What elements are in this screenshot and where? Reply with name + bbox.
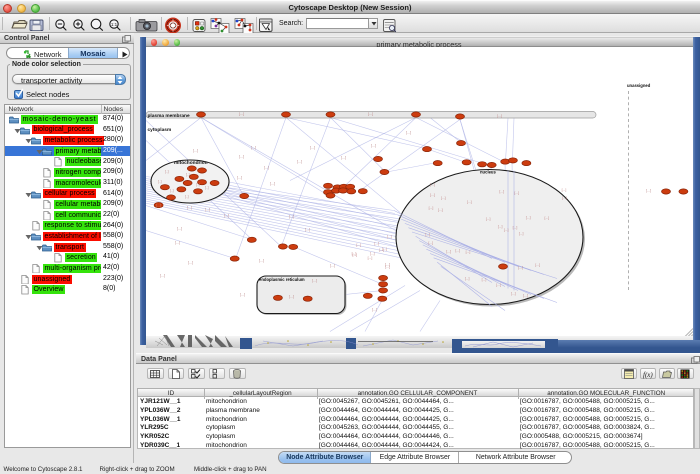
svg-text:[...]: [...] [406,130,411,134]
svg-text:[...]: [...] [379,248,384,252]
svg-text:[...]: [...] [175,240,180,244]
svg-text:[...]: [...] [193,148,198,152]
svg-text:[...]: [...] [156,203,161,207]
svg-text:cytoplasm: cytoplasm [148,127,172,133]
svg-text:[...]: [...] [526,215,531,219]
svg-text:[...]: [...] [312,278,317,282]
svg-text:[...]: [...] [356,243,361,247]
svg-text:[...]: [...] [519,231,524,235]
svg-text:[...]: [...] [368,255,373,259]
svg-text:[...]: [...] [371,143,376,147]
svg-text:unassigned: unassigned [627,83,651,88]
svg-text:plasma membrane: plasma membrane [148,112,190,118]
svg-text:[...]: [...] [518,265,523,269]
svg-text:[...]: [...] [177,226,182,230]
svg-text:[...]: [...] [259,258,264,262]
svg-text:nucleus: nucleus [480,169,496,174]
svg-text:[...]: [...] [310,145,315,149]
svg-text:mitochondrion: mitochondrion [174,160,208,166]
svg-text:[...]: [...] [486,217,491,221]
svg-text:[..]: [..] [196,182,200,186]
svg-text:[...]: [...] [289,294,294,298]
svg-text:[...]: [...] [562,196,567,200]
svg-text:[...]: [...] [446,249,451,253]
svg-text:[...]: [...] [438,208,443,212]
svg-text:[...]: [...] [224,213,229,217]
svg-text:[...]: [...] [466,249,471,253]
svg-text:[...]: [...] [430,182,435,186]
svg-text:[...]: [...] [370,251,375,255]
svg-text:[..]: [..] [170,188,174,192]
svg-text:[...]: [...] [160,273,165,277]
svg-text:f(x): f(x) [643,371,653,379]
svg-text:[...]: [...] [239,112,244,116]
svg-text:[...]: [...] [237,175,242,179]
svg-text:[...]: [...] [498,224,503,228]
svg-text:[...]: [...] [499,189,504,193]
svg-text:[..]: [..] [165,169,169,173]
svg-text:[...]: [...] [497,114,502,118]
svg-text:[...]: [...] [513,225,518,229]
svg-text:1:1: 1:1 [111,22,118,27]
svg-text:[...]: [...] [425,232,430,236]
svg-text:[...]: [...] [187,205,192,209]
svg-text:[...]: [...] [429,206,434,210]
svg-text:[...]: [...] [264,165,269,169]
svg-text:[...]: [...] [188,260,193,264]
svg-text:[...]: [...] [239,154,244,158]
svg-text:[...]: [...] [467,199,472,203]
svg-text:[...]: [...] [455,248,460,252]
svg-text:endoplasmic reticulum: endoplasmic reticulum [259,277,305,282]
svg-text:[...]: [...] [430,192,435,196]
svg-text:[...]: [...] [482,277,487,281]
svg-text:[...]: [...] [240,292,245,296]
svg-text:[...]: [...] [205,207,210,211]
svg-text:[...]: [...] [523,293,528,297]
svg-text:[...]: [...] [465,276,470,280]
svg-text:[...]: [...] [562,187,567,191]
svg-text:[...]: [...] [341,155,346,159]
svg-text:[...]: [...] [372,307,377,311]
svg-text:[...]: [...] [368,112,373,116]
svg-text:[...]: [...] [646,188,651,192]
svg-text:[...]: [...] [330,263,335,267]
svg-text:[..]: [..] [185,194,189,198]
svg-text:[...]: [...] [535,262,540,266]
svg-text:[...]: [...] [496,283,501,287]
svg-text:[...]: [...] [428,240,433,244]
svg-text:[...]: [...] [514,190,519,194]
svg-text:[...]: [...] [289,214,294,218]
svg-text:[..]: [..] [205,185,209,189]
svg-text:[..]: [..] [158,179,162,183]
svg-text:[...]: [...] [504,228,509,232]
svg-text:[..]: [..] [186,172,190,176]
svg-text:[...]: [...] [251,145,256,149]
svg-text:[...]: [...] [385,264,390,268]
svg-text:[...]: [...] [374,241,379,245]
svg-text:[...]: [...] [511,291,516,295]
svg-text:[...]: [...] [441,196,446,200]
svg-text:[...]: [...] [353,253,358,257]
svg-text:[...]: [...] [387,234,392,238]
svg-text:[...]: [...] [545,215,550,219]
svg-text:[...]: [...] [270,181,275,185]
svg-text:[...]: [...] [297,159,302,163]
svg-text:[...]: [...] [305,227,310,231]
